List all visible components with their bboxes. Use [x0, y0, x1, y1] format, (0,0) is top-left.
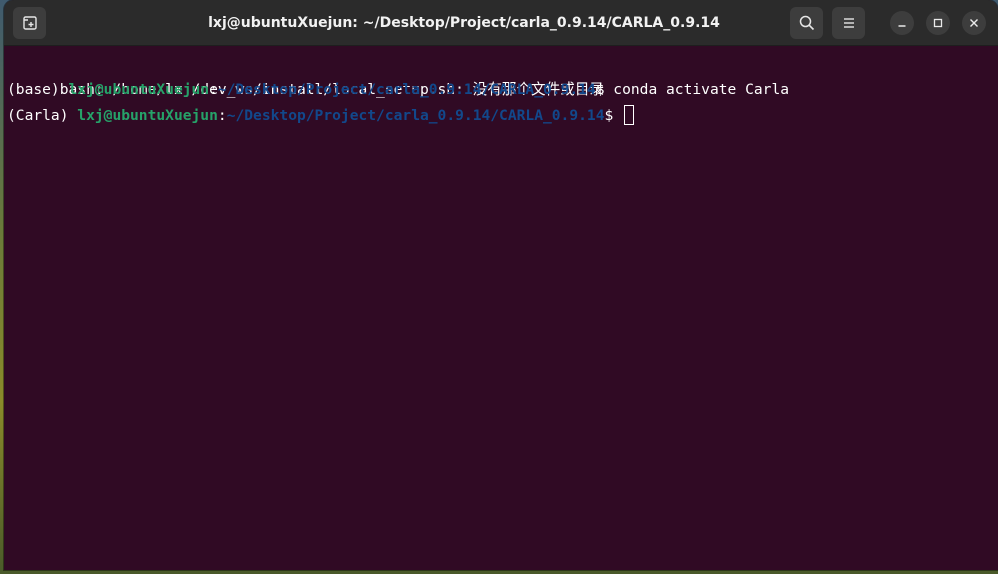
prompt-symbol: $ — [604, 107, 623, 124]
close-button[interactable] — [962, 11, 986, 35]
prompt-separator: : — [217, 107, 227, 124]
search-icon — [799, 15, 814, 31]
prompt-user-host: lxj@ubuntuXuejun — [68, 80, 210, 98]
prompt-path: ~/Desktop/Project/carla_0.9.14/CARLA_0.9… — [226, 107, 605, 124]
minimize-button[interactable] — [890, 11, 914, 35]
new-tab-button[interactable] — [13, 7, 46, 39]
terminal-line-prompt-base: (base) lxj@ubuntuXuejun:~/Desktop/Projec… — [7, 77, 998, 104]
conda-env-label: (Carla) — [7, 107, 78, 124]
text-cursor — [624, 105, 635, 125]
hamburger-menu-icon — [843, 18, 854, 28]
terminal-line-error: bash: /home/lxj/dev_ws/install/local_set… — [7, 50, 998, 98]
window-title: lxj@ubuntuXuejun: ~/Desktop/Project/carl… — [208, 15, 720, 31]
prompt-separator: : — [209, 80, 218, 98]
title-bar[interactable]: lxj@ubuntuXuejun: ~/Desktop/Project/carl… — [4, 0, 998, 46]
prompt-symbol: $ — [595, 80, 614, 98]
prompt-user-host: lxj@ubuntuXuejun — [77, 107, 218, 124]
maximize-icon — [933, 18, 943, 28]
search-button[interactable] — [790, 7, 823, 39]
conda-env-label: (base) — [7, 80, 69, 98]
terminal-window[interactable]: lxj@ubuntuXuejun: ~/Desktop/Project/carl… — [4, 0, 998, 570]
terminal-output[interactable]: bash: /home/lxj/dev_ws/install/local_set… — [4, 46, 998, 570]
close-icon — [970, 19, 978, 27]
terminal-line-prompt-active: (Carla) lxj@ubuntuXuejun:~/Desktop/Proje… — [7, 103, 998, 130]
menu-button[interactable] — [832, 7, 865, 39]
new-tab-icon — [22, 16, 37, 30]
prompt-path: ~/Desktop/Project/carla_0.9.14/CARLA_0.9… — [217, 80, 596, 98]
maximize-button[interactable] — [926, 11, 950, 35]
command-text: conda activate Carla — [613, 80, 790, 98]
minimize-icon — [898, 25, 906, 27]
